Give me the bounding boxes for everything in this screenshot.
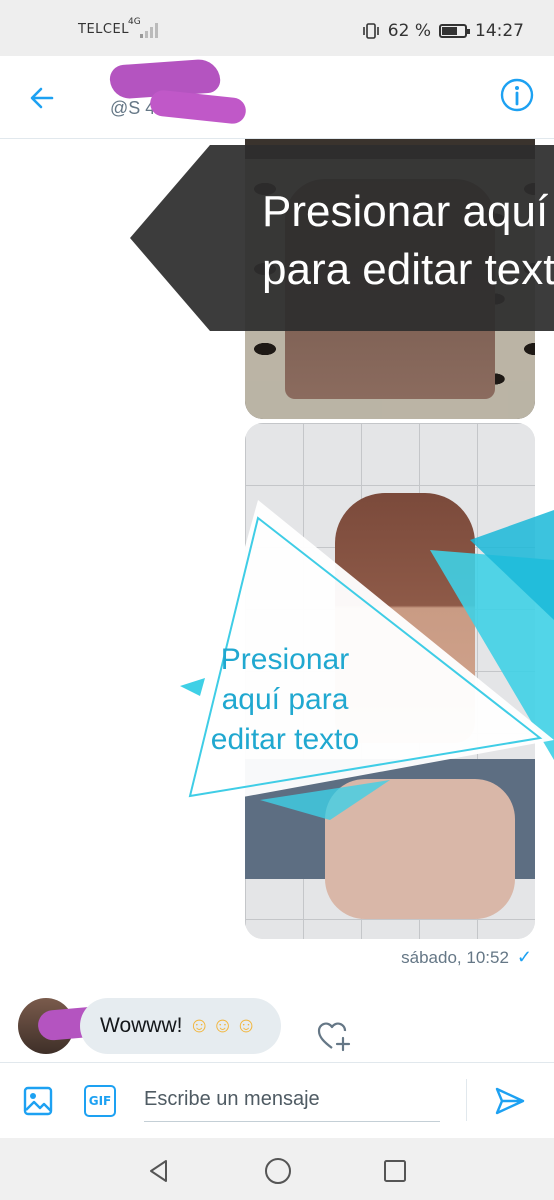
battery-icon — [439, 24, 470, 38]
circle-home-icon[interactable] — [264, 1157, 292, 1185]
message-input[interactable] — [144, 1077, 440, 1122]
overlay-text-light: Presionar aquí para editar texto — [210, 643, 360, 756]
checkmark-icon: ✓ — [516, 947, 532, 967]
divider — [466, 1079, 467, 1121]
message-bubble[interactable]: Wowww! ☺☺☺ — [80, 998, 281, 1054]
message-timestamp: sábado, 10:52 ✓ — [401, 947, 532, 968]
info-icon[interactable] — [500, 78, 534, 112]
overlay-line: para editar texto — [262, 245, 554, 294]
overlay-text-dark: Presionar aquí para editar texto — [262, 183, 554, 299]
system-nav-bar — [0, 1138, 554, 1200]
arrow-left-icon[interactable] — [26, 82, 58, 114]
gif-button[interactable]: GIF — [84, 1085, 116, 1117]
send-icon[interactable] — [494, 1085, 526, 1117]
emoji-icon: ☺☺☺ — [188, 1014, 259, 1037]
triangle-back-icon[interactable] — [146, 1158, 172, 1184]
signal-icon — [140, 23, 158, 38]
network-type-label: 4G — [128, 17, 141, 27]
message-composer: GIF — [0, 1062, 554, 1139]
carrier-label: TELCEL — [78, 22, 129, 37]
battery-percent: 62 % — [387, 21, 431, 41]
clock: 14:27 — [475, 21, 524, 41]
image-icon[interactable] — [22, 1085, 54, 1117]
timestamp-label: sábado, 10:52 — [401, 947, 509, 967]
conversation-header: @S 499 — [0, 56, 554, 139]
status-bar: TELCEL 4G 62 % 14:27 — [0, 0, 554, 56]
incoming-message: Wowww! ☺☺☺ — [18, 996, 554, 1056]
square-recents-icon[interactable] — [382, 1158, 408, 1184]
battery-fill — [442, 27, 457, 35]
vibrate-icon — [362, 23, 379, 39]
heart-plus-icon[interactable] — [316, 1018, 352, 1054]
message-text: Wowww! — [100, 1014, 183, 1037]
overlay-line: Presionar aquí — [262, 187, 549, 236]
